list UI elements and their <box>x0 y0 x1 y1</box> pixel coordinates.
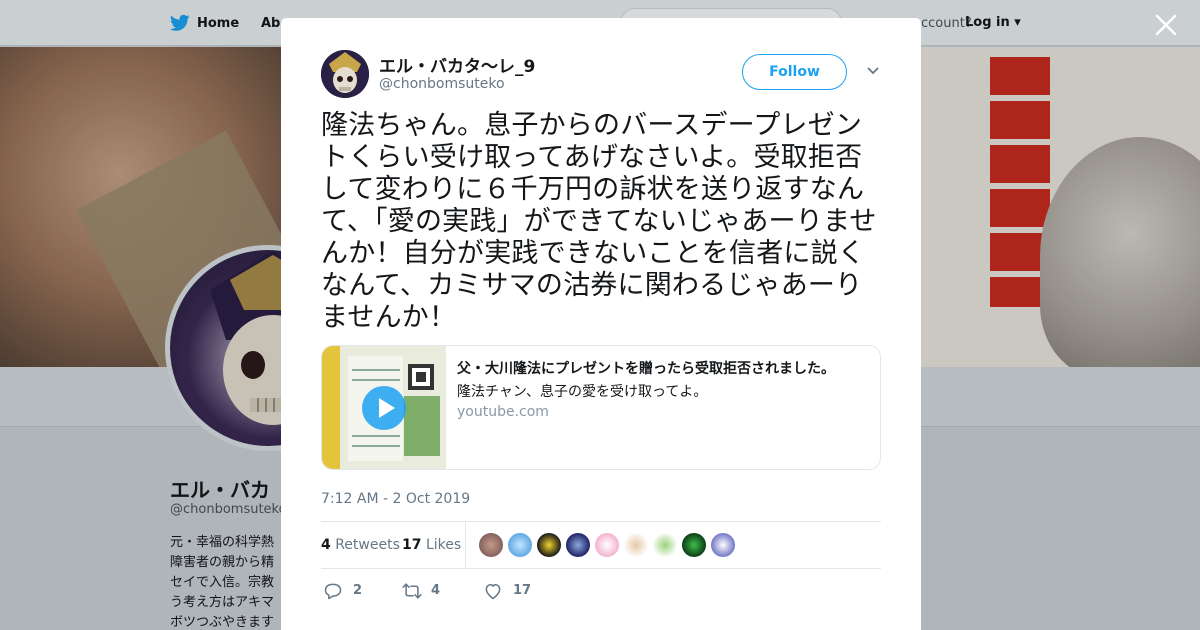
play-icon[interactable] <box>362 386 406 430</box>
like-count: 17 <box>513 583 532 598</box>
card-thumbnail[interactable] <box>322 346 446 469</box>
close-icon[interactable] <box>1153 12 1179 38</box>
author-avatar[interactable] <box>321 50 369 98</box>
tweet-actions: 2 4 17 <box>321 580 621 604</box>
tweet-text: 隆法ちゃん。息子からのバースデープレゼントくらい受け取ってあげなさいよ。受取拒否… <box>321 110 877 333</box>
reply-count: 2 <box>353 583 363 598</box>
likes-label: Likes <box>425 537 462 553</box>
liker-avatar[interactable] <box>682 533 706 557</box>
liker-avatar[interactable] <box>508 533 532 557</box>
follow-button[interactable]: Follow <box>742 54 847 90</box>
liker-avatar[interactable] <box>566 533 590 557</box>
liker-avatar[interactable] <box>595 533 619 557</box>
card-domain: youtube.com <box>457 404 549 420</box>
retweet-icon <box>402 583 422 599</box>
tweet-stats: 4 Retweets 17 Likes <box>321 521 881 569</box>
likes-stat[interactable]: 17 Likes <box>402 537 461 553</box>
link-card[interactable]: 父・大川隆法にプレゼントを贈ったら受取拒否されました。 隆法チャン、息子の愛を受… <box>321 345 881 470</box>
author-handle[interactable]: @chonbomsuteko <box>379 76 505 92</box>
tweet-modal: エル・バカタ～レ_9 @chonbomsuteko Follow 隆法ちゃん。息… <box>281 18 921 630</box>
tweet-timestamp[interactable]: 7:12 AM - 2 Oct 2019 <box>321 491 470 507</box>
retweet-count: 4 <box>431 583 441 598</box>
reply-icon <box>324 583 342 600</box>
stats-divider <box>465 522 466 569</box>
retweets-count: 4 <box>321 537 331 553</box>
heart-icon <box>485 584 501 600</box>
retweets-label: Retweets <box>335 537 400 553</box>
likes-count: 17 <box>402 537 422 553</box>
retweets-stat[interactable]: 4 Retweets <box>321 537 400 553</box>
skull-avatar-icon <box>321 50 369 98</box>
card-title[interactable]: 父・大川隆法にプレゼントを贈ったら受取拒否されました。 <box>457 358 835 378</box>
liker-avatar[interactable] <box>624 533 648 557</box>
author-name[interactable]: エル・バカタ～レ_9 <box>379 52 535 77</box>
liker-avatar[interactable] <box>479 533 503 557</box>
card-description: 隆法チャン、息子の愛を受け取ってよ。 <box>457 384 708 400</box>
chevron-down-icon[interactable] <box>866 66 880 76</box>
liker-avatar[interactable] <box>537 533 561 557</box>
liker-avatar[interactable] <box>653 533 677 557</box>
liker-avatar[interactable] <box>711 533 735 557</box>
